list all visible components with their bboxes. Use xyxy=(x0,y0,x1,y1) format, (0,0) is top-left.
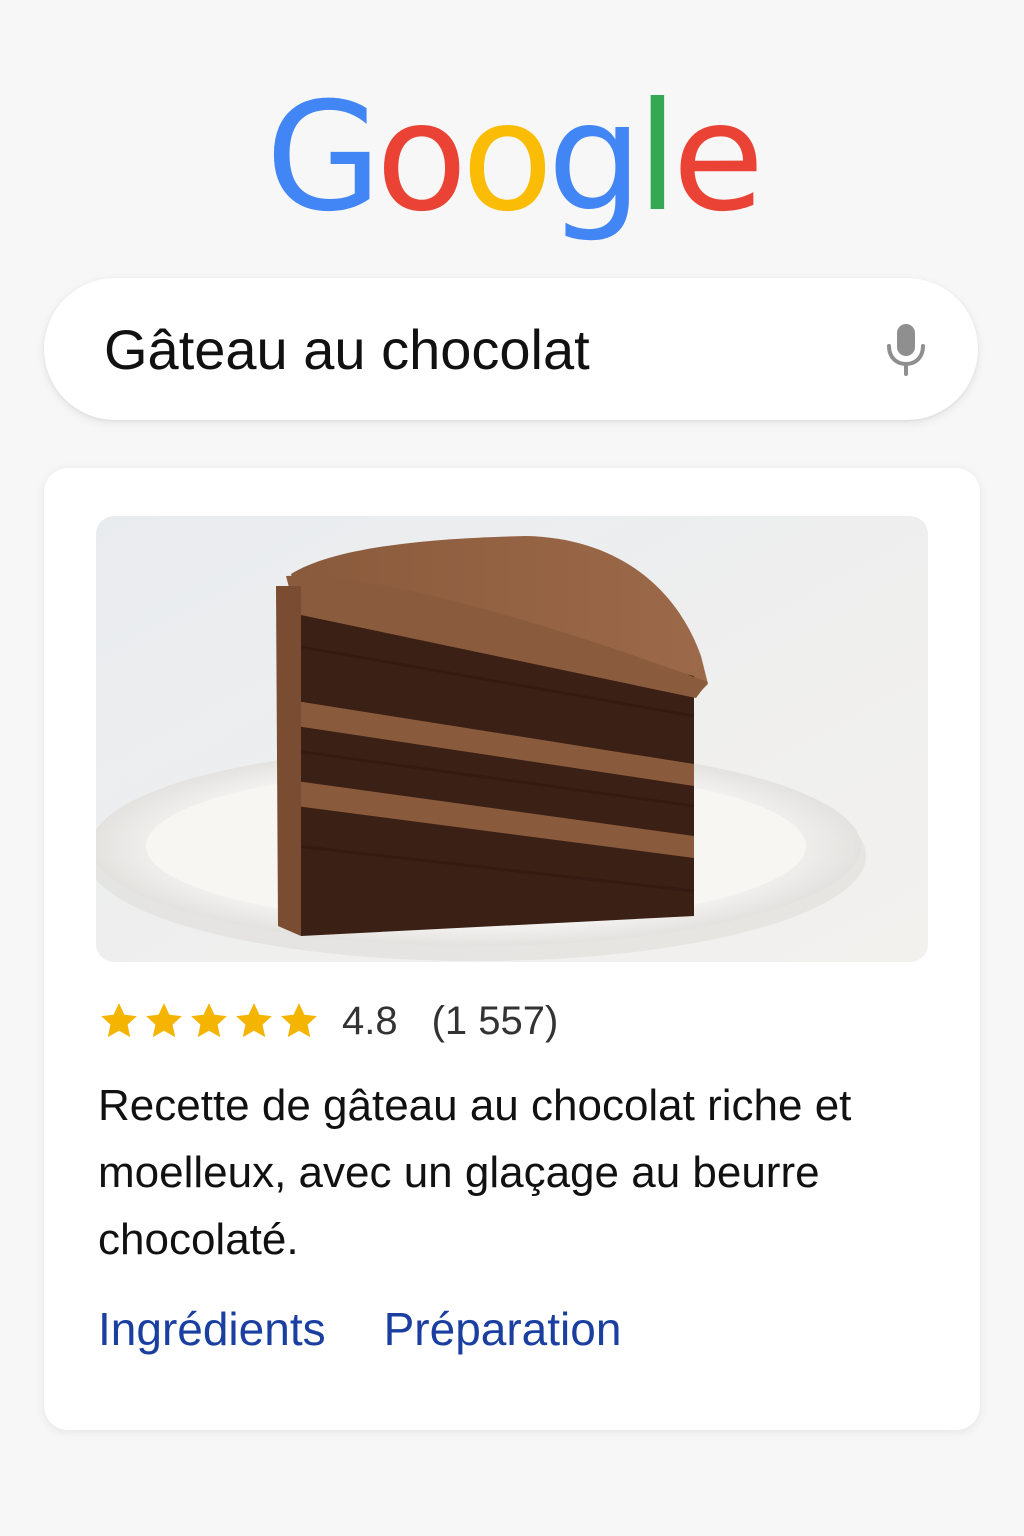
rating-row: 4.8 (1 557) xyxy=(98,998,558,1044)
star-icon xyxy=(236,1003,272,1038)
rating-stars xyxy=(98,1000,320,1042)
logo-letter-l: l xyxy=(636,71,679,245)
search-bar[interactable] xyxy=(44,278,978,420)
chocolate-cake-photo xyxy=(96,516,928,962)
recipe-result-card[interactable]: 4.8 (1 557) Recette de gâteau au chocola… xyxy=(44,468,980,1430)
ingredients-link[interactable]: Ingrédients xyxy=(98,1302,326,1356)
logo-letter-o1: o xyxy=(375,71,468,245)
star-icon xyxy=(146,1003,182,1038)
recipe-description: Recette de gâteau au chocolat riche et m… xyxy=(98,1081,852,1264)
logo-letter-o2: o xyxy=(461,71,554,245)
rating-value: 4.8 xyxy=(342,998,398,1043)
recipe-links: Ingrédients Préparation xyxy=(98,1302,621,1356)
search-input[interactable] xyxy=(104,312,864,386)
preparation-link[interactable]: Préparation xyxy=(384,1302,622,1356)
logo-letter-e: e xyxy=(672,71,764,245)
star-icon xyxy=(281,1003,317,1038)
search-page: Google Gâteau au chocolat 4.8 (1 557) Re… xyxy=(0,0,1024,1536)
star-icon xyxy=(101,1003,137,1038)
star-icon xyxy=(191,1003,227,1038)
google-logo: Google xyxy=(0,78,1024,238)
logo-letter-g: G xyxy=(265,71,381,245)
rating-count: (1 557) xyxy=(431,998,559,1043)
logo-letter-g2: g xyxy=(547,71,642,245)
cake-image[interactable] xyxy=(96,516,928,962)
microphone-icon[interactable] xyxy=(884,324,928,376)
